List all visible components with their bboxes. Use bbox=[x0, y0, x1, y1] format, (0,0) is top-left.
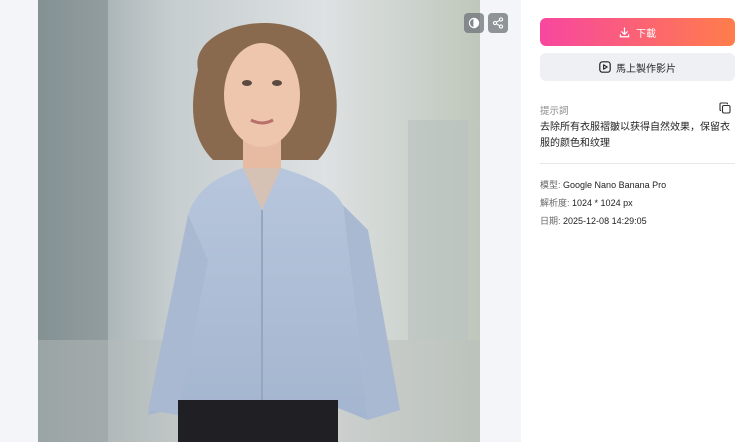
compare-button[interactable] bbox=[464, 13, 484, 33]
make-video-button[interactable]: 馬上製作影片 bbox=[540, 53, 735, 81]
download-icon bbox=[619, 26, 630, 37]
meta-resolution: 解析度: 1024 * 1024 px bbox=[540, 196, 633, 209]
make-video-label: 馬上製作影片 bbox=[616, 63, 676, 75]
resolution-value: 1024 * 1024 px bbox=[572, 198, 633, 208]
copy-icon[interactable] bbox=[719, 102, 731, 114]
prompt-label: 提示詞 bbox=[540, 106, 569, 117]
date-label: 日期: bbox=[540, 216, 561, 226]
model-value: Google Nano Banana Pro bbox=[563, 180, 667, 190]
compare-icon bbox=[468, 17, 480, 29]
share-icon bbox=[492, 17, 504, 29]
portrait-illustration bbox=[38, 0, 480, 442]
image-preview-pane bbox=[0, 0, 521, 442]
meta-model: 模型: Google Nano Banana Pro bbox=[540, 178, 666, 191]
resolution-label: 解析度: bbox=[540, 198, 570, 208]
meta-date: 日期: 2025-12-08 14:29:05 bbox=[540, 214, 647, 227]
download-button[interactable]: 下載 bbox=[540, 18, 735, 46]
divider bbox=[540, 163, 735, 164]
details-panel: 下載 馬上製作影片 提示詞 去除所有衣服褶皺以获得自然效果，保留衣服的颜色和纹理… bbox=[540, 0, 736, 442]
date-value: 2025-12-08 14:29:05 bbox=[563, 216, 647, 226]
generated-image[interactable] bbox=[38, 0, 480, 442]
play-video-icon bbox=[599, 61, 611, 73]
prompt-text: 去除所有衣服褶皺以获得自然效果，保留衣服的颜色和纹理 bbox=[540, 122, 730, 149]
download-label: 下載 bbox=[636, 28, 656, 40]
model-label: 模型: bbox=[540, 180, 561, 190]
share-button[interactable] bbox=[488, 13, 508, 33]
